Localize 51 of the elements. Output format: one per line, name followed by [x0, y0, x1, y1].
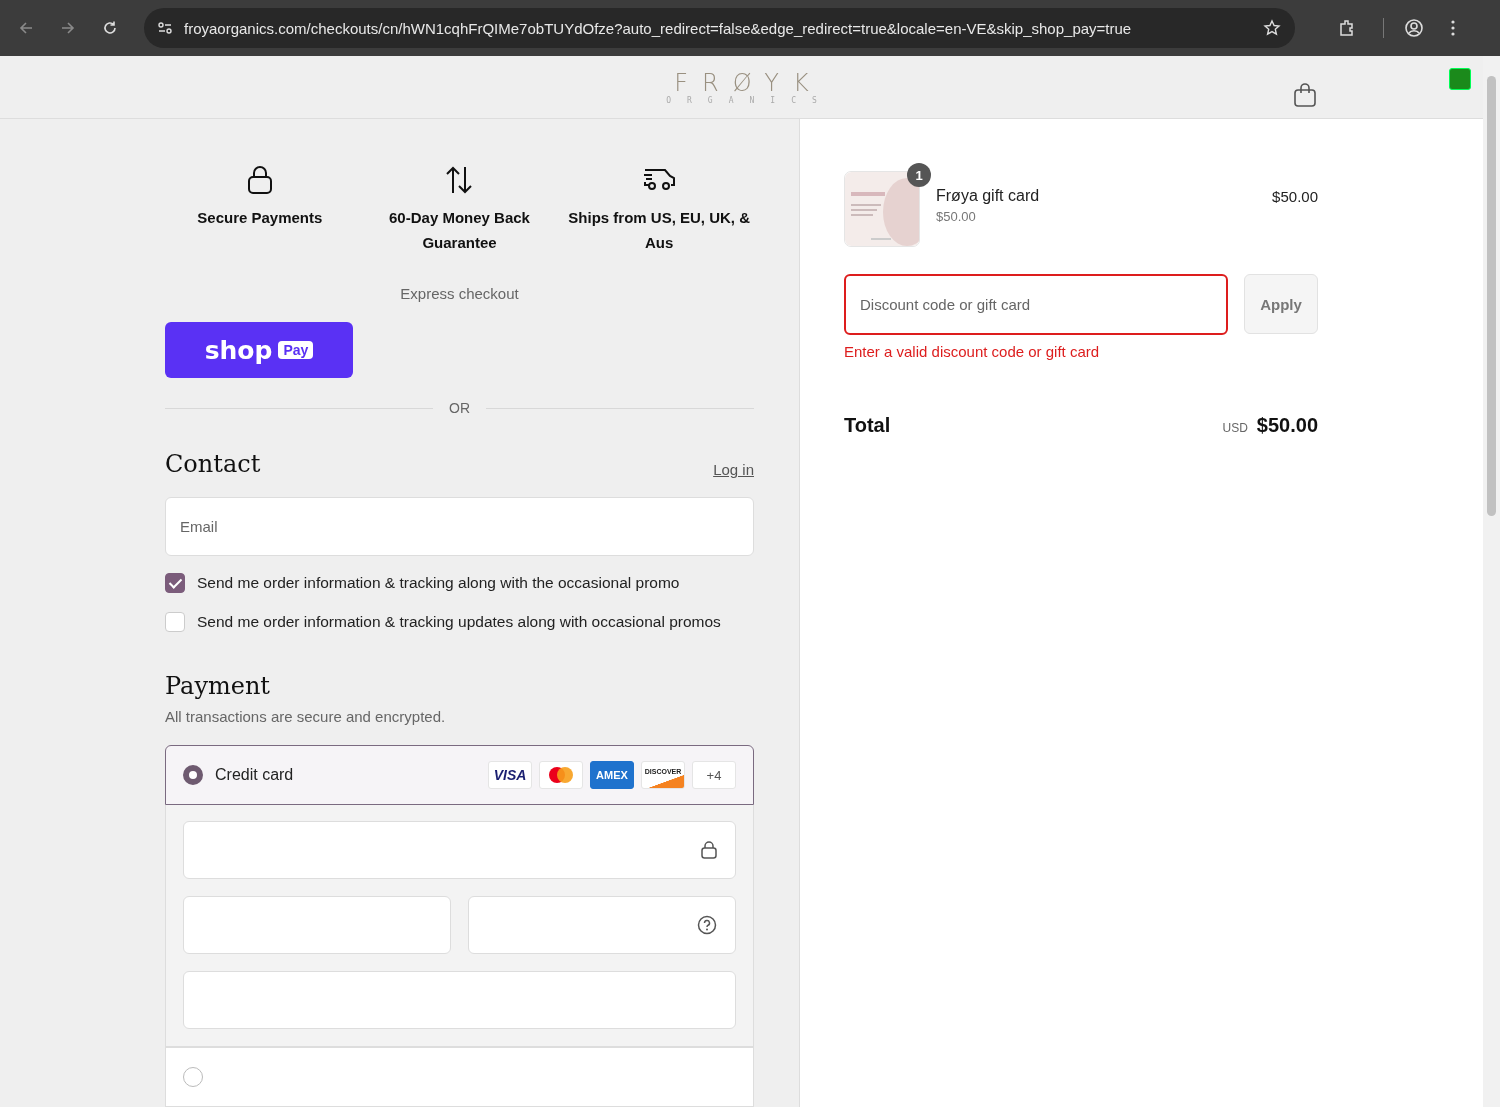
trust-badge-label: 60-Day Money Back Guarantee [388, 208, 531, 253]
quantity-badge: 1 [907, 163, 931, 187]
checkbox[interactable] [165, 573, 185, 593]
menu-icon[interactable] [1450, 19, 1456, 37]
trust-badge-label: Secure Payments [197, 208, 323, 228]
payment-subtitle: All transactions are secure and encrypted. [165, 708, 447, 725]
forward-icon[interactable] [60, 20, 76, 36]
product-price: $50.00 [1272, 188, 1318, 205]
discount-code-field[interactable]: Discount code or gift card [844, 274, 1228, 335]
help-icon[interactable] [697, 915, 717, 935]
back-icon[interactable] [18, 20, 34, 36]
checkbox-label: Send me order information & tracking updates along with occasional promos [197, 613, 721, 631]
error-message: Enter a valid discount code or gift card [844, 343, 1101, 360]
lock-icon [701, 841, 717, 859]
name-on-card-field[interactable] [183, 971, 736, 1029]
contact-heading: Contact [165, 450, 261, 478]
visa-logo: VISA [488, 761, 532, 789]
payment-heading: Payment [165, 672, 271, 700]
radio-button[interactable] [183, 1067, 203, 1087]
site-settings-icon[interactable] [156, 19, 174, 37]
login-link[interactable]: Log in [713, 461, 754, 478]
express-checkout-label: Express checkout [399, 285, 520, 302]
logo-subtitle: ORGANICS [666, 95, 833, 105]
shop-pay-button[interactable]: shop Pay [165, 322, 353, 378]
product-unit-price: $50.00 [936, 209, 977, 224]
star-icon[interactable] [1263, 19, 1281, 37]
mastercard-logo [539, 761, 583, 789]
profile-icon[interactable] [1404, 18, 1424, 38]
apply-button[interactable]: Apply [1244, 274, 1318, 334]
security-code-field[interactable] [468, 896, 736, 954]
expiry-date-field[interactable] [183, 896, 451, 954]
email-field[interactable]: Email [165, 497, 754, 556]
total-label: Total [844, 414, 892, 437]
trust-badge-label: Ships from US, EU, UK, & Aus [567, 208, 751, 253]
card-number-field[interactable] [183, 821, 736, 879]
up-down-arrows-icon [445, 165, 474, 195]
radio-button[interactable] [183, 765, 203, 785]
or-divider-text: OR [449, 400, 470, 416]
reload-icon[interactable] [102, 20, 118, 36]
address-bar[interactable]: froyaorganics.com/checkouts/cn/hWN1cqhFrQIMe7obTUYdOfze?auto_redirect=false&edge_redirect=true&locale=en-VE&skip_shop_pay=true [144, 8, 1295, 48]
extension-indicator [1449, 68, 1471, 90]
currency-code: USD [1222, 421, 1248, 435]
scrollbar[interactable] [1483, 56, 1500, 1107]
shopping-bag-icon[interactable] [1293, 82, 1317, 108]
amex-logo: AMEX [590, 761, 634, 789]
product-name: Frøya gift card [936, 187, 1041, 205]
more-cards-badge: +4 [692, 761, 736, 789]
total-amount: $50.00 [1256, 414, 1318, 437]
checkbox-label: Send me order information & tracking along with the occasional promo [197, 574, 680, 592]
lock-icon [246, 165, 273, 195]
url-text: froyaorganics.com/checkouts/cn/hWN1cqhFrQIMe7obTUYdOfze?auto_redirect=false&edge_redirect=true&locale=en-VE&skip_shop_pay=true [184, 19, 1133, 37]
